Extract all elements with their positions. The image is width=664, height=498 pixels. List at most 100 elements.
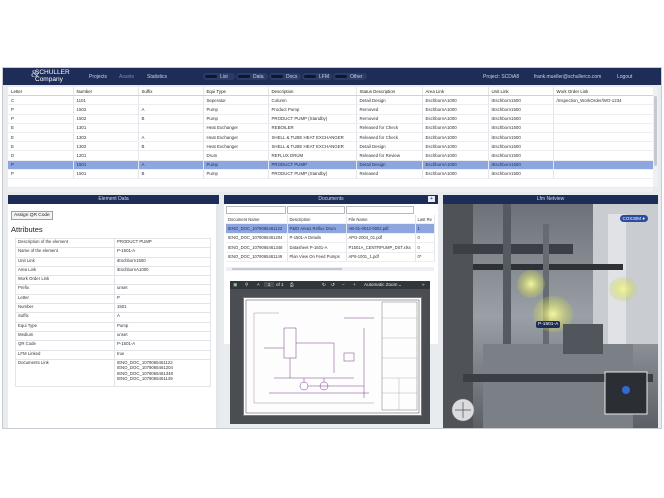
zoom-in-button[interactable]: +: [353, 282, 356, 287]
minimap-thumbnail[interactable]: [605, 372, 647, 414]
project-indicator[interactable]: Project: SCDiA8: [483, 74, 519, 80]
company-logo[interactable]: & SCHULLER Company: [31, 69, 70, 84]
assign-qr-code-button[interactable]: Assign QR Code: [11, 211, 53, 220]
page-up-icon[interactable]: ˄: [257, 282, 260, 287]
column-header[interactable]: Last Re: [415, 215, 435, 225]
table-cell: Column: [268, 95, 357, 106]
column-header[interactable]: Letter: [8, 87, 74, 97]
element-panel-scrollbar[interactable]: [216, 204, 219, 428]
table-cell: 1302: [73, 141, 139, 152]
attribute-key: Medium: [15, 330, 115, 342]
table-row[interactable]: C 1101 Seperator Column Detail Design Eschbor…: [8, 95, 653, 106]
page-number-input[interactable]: 1: [264, 282, 274, 287]
table-cell: Datasheet P-1501-A: [287, 242, 347, 253]
rotate-ccw-icon[interactable]: ↺: [331, 282, 335, 288]
toggle-docs[interactable]: Docs: [269, 73, 301, 80]
table-cell: B: [138, 141, 204, 152]
table-vertical-scrollbar[interactable]: [653, 87, 658, 187]
filter-document-name[interactable]: [226, 206, 286, 214]
toggle-switch-icon: [205, 75, 217, 78]
table-cell: Released for Review: [356, 150, 423, 161]
table-row[interactable]: P 1502 A Pump Product Pump Removed EschbornA10…: [8, 104, 653, 115]
column-header[interactable]: Document Name: [226, 215, 288, 225]
filter-file-name[interactable]: [346, 206, 414, 214]
column-header[interactable]: Unit Link: [488, 87, 554, 97]
table-row[interactable]: E 1302 A Heat Exchanger SHELL & TUBE HEAT EX…: [8, 132, 653, 143]
sidebar-toggle-icon[interactable]: ▣: [233, 282, 237, 288]
attribute-row: Name of the element P-1501-A: [15, 247, 211, 258]
column-header[interactable]: File Name: [346, 215, 416, 225]
table-cell: PRODUCT PUMP (Standby): [268, 114, 357, 124]
table-cell: P-1501-A Details: [287, 233, 347, 244]
print-icon[interactable]: ⎙: [290, 282, 294, 287]
table-cell: iEschborn1500: [488, 169, 554, 179]
table-row[interactable]: E 1302 B Heat Exchanger SHELL & TUBE HEAT EX…: [8, 141, 653, 152]
table-cell: Heat Exchanger: [203, 123, 269, 133]
table-cell: iEschborn1500: [488, 95, 554, 106]
search-icon[interactable]: ⚲: [245, 282, 248, 288]
table-cell: Pump: [203, 114, 269, 124]
toggle-icon: ●: [642, 216, 645, 221]
toggle-lfm-label: LFM: [319, 74, 329, 80]
attribute-row: Unit Link iEschborn1500: [15, 256, 211, 267]
table-row[interactable]: E 1301 Heat Exchanger REBOILER Released for …: [8, 123, 653, 133]
table-cell: Plan View On Feed Pumps: [287, 252, 347, 262]
filter-description[interactable]: [287, 206, 345, 214]
rotate-cw-icon[interactable]: ↻: [322, 282, 326, 288]
attribute-row: Medium unset: [15, 330, 211, 342]
toggle-lfm[interactable]: LFM: [302, 73, 332, 80]
table-cell: Released for Check: [356, 123, 423, 133]
table-cell: A: [138, 160, 204, 170]
table-row[interactable]: P 1502 B Pump PRODUCT PUMP (Standby) Removed E…: [8, 114, 653, 124]
pdf-toolbar: ▣ ⚲ ˄ 1 of 1 ⎙ ↻ ↺ − + Automatic Zoom ⌄ …: [230, 281, 430, 289]
toggle-other[interactable]: Other: [333, 73, 367, 80]
document-link[interactable]: IENO_DOC_1079065461149: [117, 376, 210, 381]
table-cell: Detail Design: [356, 95, 423, 106]
table-cell: EschbornA1000: [422, 114, 489, 124]
column-header[interactable]: Equi Type: [203, 87, 269, 97]
toggle-list[interactable]: List: [203, 73, 235, 80]
more-tools-icon[interactable]: »: [422, 282, 425, 287]
table-row[interactable]: D 1201 Drum REFLUX DRUM Released for Review E…: [8, 150, 653, 161]
user-email[interactable]: frank.mueller@schullerco.com: [534, 74, 601, 80]
table-cell: PRODUCT PUMP: [268, 160, 357, 170]
column-header[interactable]: Suffix: [138, 87, 204, 97]
column-header[interactable]: Description: [268, 87, 357, 97]
table-cell: REBOILER: [268, 123, 357, 133]
chevron-down-icon[interactable]: ⌄: [398, 282, 402, 288]
zoom-select[interactable]: Automatic Zoom: [364, 282, 397, 287]
table-row[interactable]: P 1501 A Pump PRODUCT PUMP Detail Design Eschb…: [8, 160, 653, 170]
column-header[interactable]: Status Description: [356, 87, 423, 97]
lfm-360-view[interactable]: COX30M ● P-1501-A: [443, 204, 658, 428]
column-header[interactable]: Description: [287, 215, 347, 225]
nav-projects[interactable]: Projects: [89, 74, 107, 80]
table-cell: EschbornA1000: [422, 95, 489, 106]
scrollbar-thumb[interactable]: [654, 96, 657, 166]
toggle-data[interactable]: Data: [236, 73, 268, 80]
equipment-tag-label[interactable]: P-1501-A: [536, 321, 561, 328]
attribute-key: Area Link: [15, 265, 115, 277]
table-cell: iEschborn1500: [488, 132, 554, 143]
table-cell: Pump: [203, 169, 269, 179]
table-horizontal-scrollbar[interactable]: [8, 188, 653, 192]
pdf-viewer[interactable]: [230, 289, 430, 424]
document-row[interactable]: IENO_DOC_1079065461122 P&ID Area1 Reflux …: [226, 223, 435, 234]
nav-assets[interactable]: Assets: [119, 74, 134, 80]
table-cell: [553, 141, 653, 152]
nav-statistics[interactable]: Statistics: [147, 74, 167, 80]
compass-icon[interactable]: [452, 399, 474, 421]
column-header[interactable]: Number: [73, 87, 139, 97]
scrollbar-thumb[interactable]: [232, 268, 342, 270]
add-document-icon[interactable]: +: [428, 196, 435, 202]
column-header[interactable]: Work Order Link: [553, 87, 653, 97]
table-row[interactable]: P 1501 B Pump PRODUCT PUMP (Standby) Released…: [8, 169, 653, 179]
zoom-out-button[interactable]: −: [342, 282, 345, 287]
document-row[interactable]: IENO_DOC_1079065461204 P-1501-A Details AP…: [226, 233, 435, 244]
cox-view-button[interactable]: COX30M ●: [619, 215, 648, 222]
column-header[interactable]: Area Link: [422, 87, 489, 97]
table-cell: iEschborn1500: [488, 150, 554, 161]
logout-link[interactable]: Logout: [617, 74, 632, 80]
document-row[interactable]: IENO_DOC_1079065461348 Datasheet P-1501-A…: [226, 242, 435, 253]
document-row[interactable]: IENO_DOC_1079065461149 Plan View On Feed …: [226, 252, 435, 262]
documents-horizontal-scrollbar[interactable]: [226, 267, 434, 271]
